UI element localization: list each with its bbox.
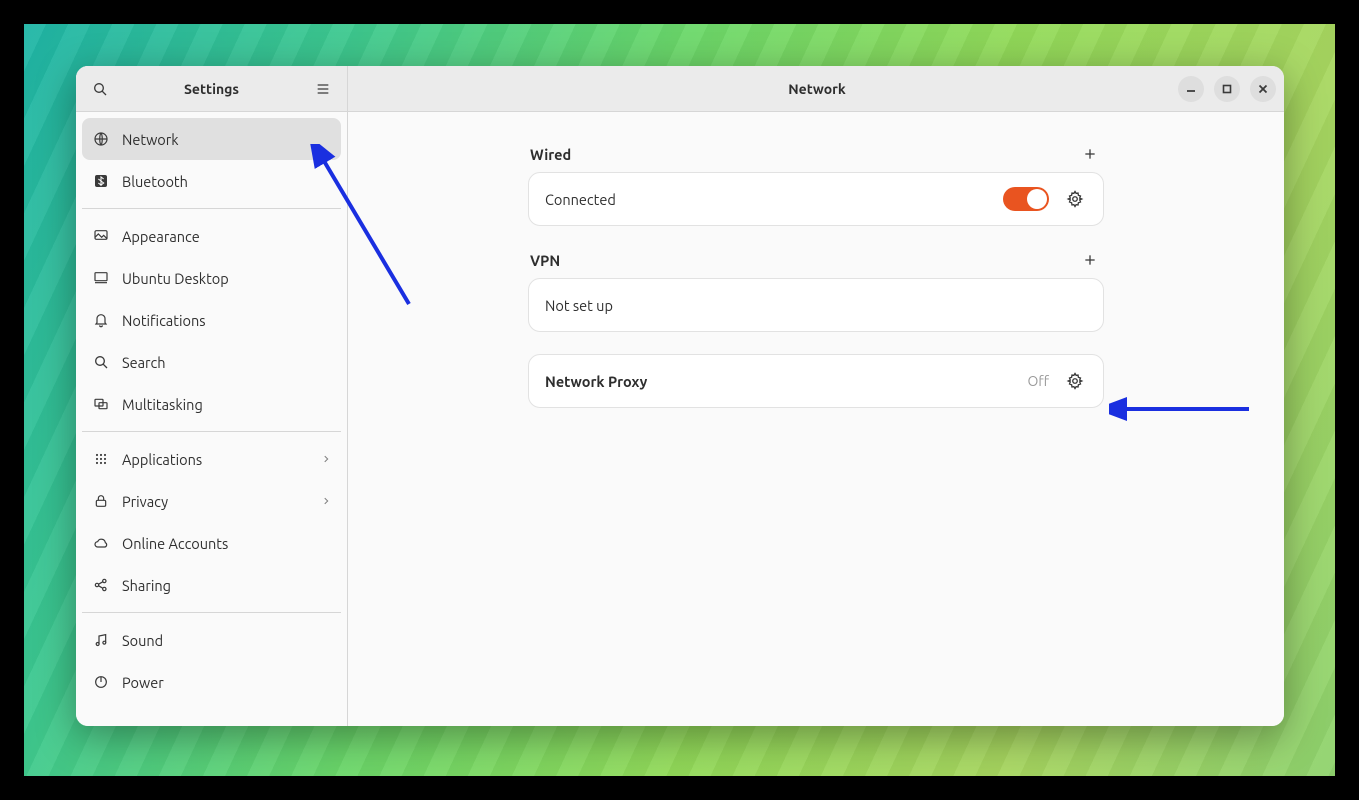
desktop-icon (92, 269, 110, 287)
window-controls (1178, 76, 1276, 102)
sidebar-item-search[interactable]: Search (82, 341, 341, 383)
sidebar-item-online-accounts[interactable]: Online Accounts (82, 522, 341, 564)
bell-icon (92, 311, 110, 329)
proxy-settings-button[interactable] (1063, 369, 1087, 393)
section-vpn: VPN Not set up (528, 248, 1104, 332)
minimize-button[interactable] (1178, 76, 1204, 102)
multitasking-icon (92, 395, 110, 413)
vpn-status: Not set up (545, 297, 613, 314)
wired-connection-row: Connected (528, 172, 1104, 226)
sidebar-header: Settings (76, 66, 347, 112)
main-panel: Network Wired (348, 66, 1284, 726)
vpn-row: Not set up (528, 278, 1104, 332)
sidebar-item-power[interactable]: Power (82, 661, 341, 703)
sidebar-item-label: Notifications (122, 312, 206, 329)
section-header-wired: Wired (528, 142, 1104, 172)
hamburger-menu-button[interactable] (307, 73, 339, 105)
settings-window: Settings Network Bluetooth (76, 66, 1284, 726)
toggle-knob (1027, 189, 1047, 209)
section-wired: Wired Connected (528, 142, 1104, 226)
note-icon (92, 631, 110, 649)
sidebar-item-label: Sound (122, 632, 163, 649)
bluetooth-icon (92, 172, 110, 190)
add-wired-button[interactable] (1078, 142, 1102, 166)
maximize-button[interactable] (1214, 76, 1240, 102)
sidebar-item-label: Applications (122, 451, 202, 468)
page-title: Network (456, 81, 1178, 97)
sidebar-item-label: Network (122, 131, 179, 148)
sidebar: Settings Network Bluetooth (76, 66, 348, 726)
globe-icon (92, 130, 110, 148)
content-area: Wired Connected (348, 112, 1284, 726)
search-button[interactable] (84, 73, 116, 105)
sidebar-item-label: Ubuntu Desktop (122, 270, 229, 287)
sidebar-item-privacy[interactable]: Privacy (82, 480, 341, 522)
sidebar-item-ubuntu-desktop[interactable]: Ubuntu Desktop (82, 257, 341, 299)
chevron-right-icon (321, 494, 331, 508)
search-icon (92, 81, 108, 97)
section-label: VPN (530, 252, 560, 269)
gear-icon (1066, 190, 1084, 208)
sidebar-separator (82, 612, 341, 613)
add-vpn-button[interactable] (1078, 248, 1102, 272)
sidebar-title: Settings (116, 81, 307, 97)
sidebar-list: Network Bluetooth Appearance (76, 112, 347, 726)
sidebar-item-label: Privacy (122, 493, 168, 510)
sidebar-item-network[interactable]: Network (82, 118, 341, 160)
gear-icon (1066, 372, 1084, 390)
hamburger-icon (315, 81, 331, 97)
sidebar-item-label: Sharing (122, 577, 171, 594)
section-proxy: Network Proxy Off (528, 354, 1104, 408)
wired-toggle[interactable] (1003, 187, 1049, 211)
close-button[interactable] (1250, 76, 1276, 102)
sidebar-item-label: Multitasking (122, 396, 203, 413)
sidebar-item-sharing[interactable]: Sharing (82, 564, 341, 606)
sidebar-item-notifications[interactable]: Notifications (82, 299, 341, 341)
wired-status: Connected (545, 191, 616, 208)
minimize-icon (1186, 84, 1196, 94)
sidebar-separator (82, 208, 341, 209)
sidebar-item-label: Power (122, 674, 164, 691)
main-header: Network (348, 66, 1284, 112)
lock-icon (92, 492, 110, 510)
power-icon (92, 673, 110, 691)
sidebar-item-label: Bluetooth (122, 173, 188, 190)
proxy-status: Off (1027, 373, 1049, 389)
sidebar-item-bluetooth[interactable]: Bluetooth (82, 160, 341, 202)
plus-icon (1083, 147, 1097, 161)
maximize-icon (1222, 84, 1232, 94)
sidebar-item-applications[interactable]: Applications (82, 438, 341, 480)
chevron-right-icon (321, 452, 331, 466)
sidebar-item-multitasking[interactable]: Multitasking (82, 383, 341, 425)
section-label: Wired (530, 146, 571, 163)
close-icon (1258, 84, 1268, 94)
share-icon (92, 576, 110, 594)
sidebar-item-label: Search (122, 354, 166, 371)
sidebar-item-label: Appearance (122, 228, 200, 245)
sidebar-item-appearance[interactable]: Appearance (82, 215, 341, 257)
cloud-icon (92, 534, 110, 552)
desktop-background: Settings Network Bluetooth (24, 24, 1335, 776)
proxy-label: Network Proxy (545, 373, 647, 390)
wired-settings-button[interactable] (1063, 187, 1087, 211)
grid-icon (92, 450, 110, 468)
search-icon (92, 353, 110, 371)
plus-icon (1083, 253, 1097, 267)
proxy-row[interactable]: Network Proxy Off (528, 354, 1104, 408)
sidebar-item-label: Online Accounts (122, 535, 228, 552)
appearance-icon (92, 227, 110, 245)
sidebar-separator (82, 431, 341, 432)
sidebar-item-sound[interactable]: Sound (82, 619, 341, 661)
section-header-vpn: VPN (528, 248, 1104, 278)
